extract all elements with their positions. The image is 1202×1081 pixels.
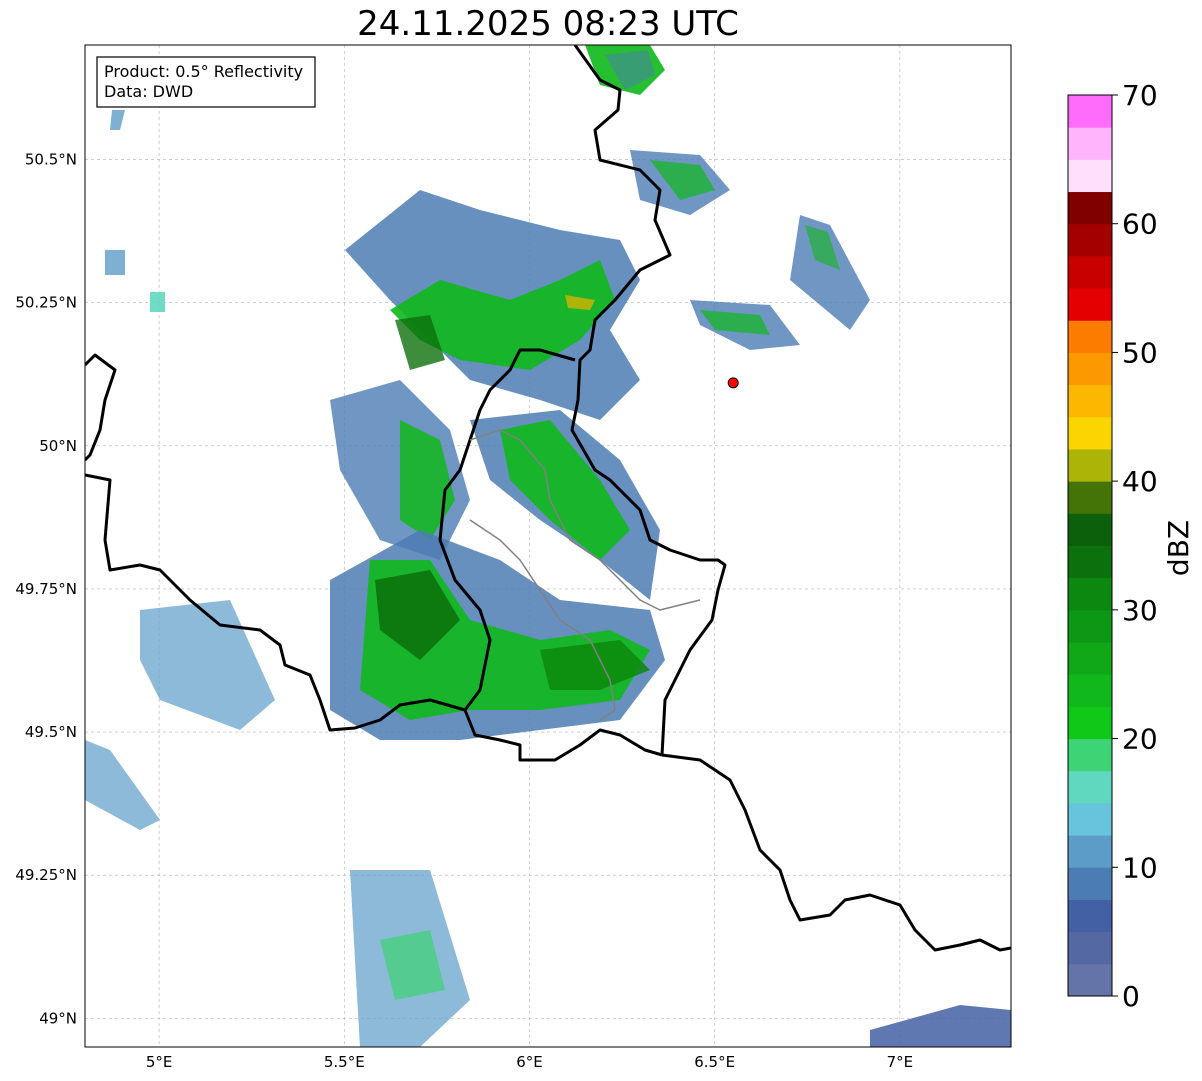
info-box: Product: 0.5° Reflectivity Data: DWD: [96, 56, 316, 108]
colorbar-band: [1068, 513, 1112, 546]
colorbar-band: [1068, 642, 1112, 675]
colorbar: 0 10 20 30 40 50 60 70 dBZ: [1067, 79, 1195, 1013]
radar-site-marker: [727, 377, 739, 389]
lat-tick-label: 49.25°N: [15, 866, 77, 884]
info-data-source: Data: DWD: [104, 82, 193, 101]
lat-tick-label: 49.75°N: [15, 580, 77, 598]
info-product: Product: 0.5° Reflectivity: [104, 62, 303, 81]
colorbar-tick-label: 30: [1122, 594, 1158, 627]
colorbar-band: [1068, 738, 1112, 772]
colorbar-band: [1068, 127, 1112, 160]
lon-tick-label: 6°E: [516, 1053, 543, 1071]
colorbar-band: [1068, 867, 1112, 900]
colorbar-tick-label: 0: [1122, 980, 1140, 1013]
colorbar-band: [1068, 931, 1112, 965]
colorbar-band: [1068, 674, 1112, 707]
colorbar-band: [1068, 384, 1112, 418]
colorbar-band: [1068, 416, 1112, 450]
lat-tick-label: 49°N: [39, 1009, 77, 1027]
colorbar-band: [1068, 223, 1112, 257]
colorbar-band: [1068, 706, 1112, 740]
colorbar-tick-label: 20: [1122, 723, 1158, 756]
colorbar-band: [1068, 255, 1112, 289]
colorbar-bands: [1068, 95, 1112, 997]
lat-tick-label: 49.5°N: [25, 723, 77, 741]
colorbar-tick-label: 40: [1122, 465, 1158, 498]
colorbar-band: [1068, 770, 1112, 804]
lon-tick-label: 6.5°E: [694, 1053, 735, 1071]
colorbar-band: [1068, 481, 1112, 514]
map-panel: Product: 0.5° Reflectivity Data: DWD: [84, 44, 1012, 1048]
latitude-tick-labels: 50.5°N 50.25°N 50°N 49.75°N 49.5°N 49.25°N 49°…: [15, 151, 77, 1028]
echo-small-1: [105, 250, 125, 275]
colorbar-tick-label: 70: [1122, 79, 1158, 112]
colorbar-band: [1068, 963, 1112, 997]
colorbar-band: [1068, 545, 1112, 579]
colorbar-band: [1068, 95, 1112, 128]
colorbar-band: [1068, 835, 1112, 868]
colorbar-band: [1068, 899, 1112, 933]
colorbar-tick-label: 60: [1122, 208, 1158, 241]
longitude-tick-labels: 5°E 5.5°E 6°E 6.5°E 7°E: [146, 1053, 913, 1071]
lon-tick-label: 5.5°E: [324, 1053, 365, 1071]
colorbar-label: dBZ: [1162, 520, 1195, 576]
echo-small-2: [150, 292, 165, 312]
lon-tick-label: 7°E: [887, 1053, 914, 1071]
colorbar-band: [1068, 802, 1112, 836]
colorbar-band: [1068, 191, 1112, 225]
colorbar-band: [1068, 320, 1112, 353]
colorbar-band: [1068, 448, 1112, 482]
colorbar-ticks: 0 10 20 30 40 50 60 70: [1112, 79, 1158, 1013]
lat-tick-label: 50°N: [39, 437, 77, 455]
colorbar-band: [1068, 288, 1112, 321]
colorbar-band: [1068, 159, 1112, 193]
lat-tick-label: 50.25°N: [15, 294, 77, 312]
radar-map-figure: Product: 0.5° Reflectivity Data: DWD 5°E…: [15, 44, 1195, 1071]
colorbar-tick-label: 50: [1122, 336, 1158, 369]
colorbar-band: [1068, 609, 1112, 643]
lon-tick-label: 5°E: [146, 1053, 173, 1071]
lat-tick-label: 50.5°N: [25, 151, 77, 169]
colorbar-tick-label: 10: [1122, 851, 1158, 884]
colorbar-band: [1068, 352, 1112, 386]
colorbar-band: [1068, 577, 1112, 611]
